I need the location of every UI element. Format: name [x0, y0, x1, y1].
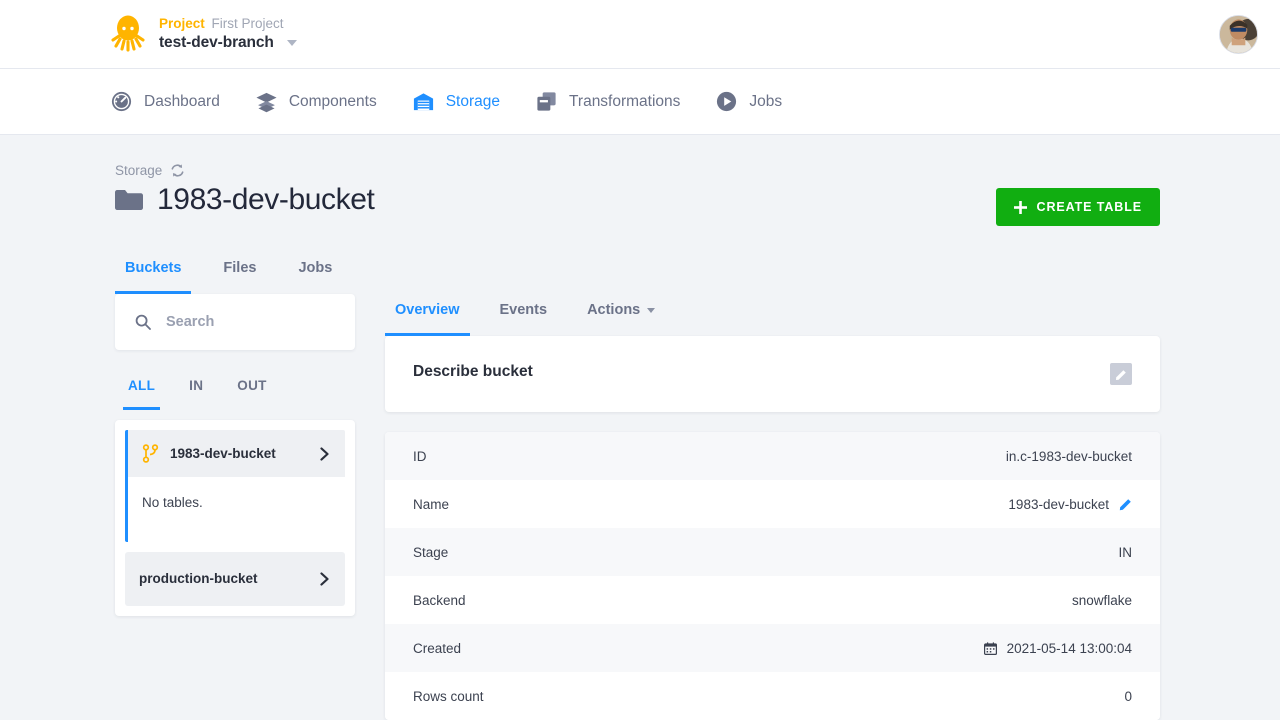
tab-actions-label: Actions: [587, 302, 641, 318]
bucket-list: 1983-dev-bucket No tables. production-bu…: [115, 420, 355, 616]
gauge-icon: [110, 90, 133, 113]
list-item-bucket-production-bucket[interactable]: production-bucket: [125, 552, 345, 606]
table-row: ID in.c-1983-dev-bucket: [385, 432, 1160, 480]
row-value: 0: [1124, 688, 1132, 704]
filter-all[interactable]: ALL: [123, 372, 161, 410]
nav-item-jobs[interactable]: Jobs: [715, 69, 782, 134]
nav-label: Storage: [445, 92, 501, 110]
row-value: IN: [1118, 544, 1133, 560]
folder-icon: [115, 189, 143, 211]
branch-icon: [142, 444, 159, 463]
tab-overview[interactable]: Overview: [385, 294, 470, 336]
page-title-text: 1983-dev-bucket: [157, 183, 375, 216]
tab-buckets[interactable]: Buckets: [115, 252, 192, 294]
calendar-icon: [983, 641, 997, 655]
row-key: ID: [413, 448, 427, 464]
project-line: Project First Project: [159, 16, 297, 32]
row-key: Name: [413, 496, 450, 512]
table-row: Stage IN: [385, 528, 1160, 576]
chevron-down-icon: [647, 307, 656, 313]
top-bar: Project First Project test-dev-branch: [0, 0, 1280, 69]
tab-events-label: Events: [499, 302, 548, 318]
table-row: Created 2021-05-14 13:00:04: [385, 624, 1160, 672]
row-key: Created: [413, 640, 462, 656]
project-name: First Project: [211, 16, 284, 32]
warehouse-icon: [412, 90, 435, 113]
user-avatar[interactable]: [1219, 15, 1258, 54]
bucket-detail: Overview Events Actions Describe bucket: [385, 294, 1160, 720]
branch-name: test-dev-branch: [159, 33, 274, 51]
create-table-button[interactable]: CREATE TABLE: [995, 188, 1160, 226]
row-key: Rows count: [413, 688, 484, 704]
refresh-icon[interactable]: [170, 163, 185, 178]
tab-jobs[interactable]: Jobs: [288, 252, 342, 294]
row-value: 2021-05-14 13:00:04: [1006, 640, 1132, 656]
bucket-name: production-bucket: [139, 571, 258, 586]
plus-icon: [1013, 200, 1027, 214]
stage-filters: ALL IN OUT: [123, 372, 355, 410]
nav-label: Components: [288, 92, 377, 110]
storage-tabs: Buckets Files Jobs: [115, 252, 1160, 294]
breadcrumb: Storage: [115, 163, 1160, 178]
copy-squares-icon: [535, 90, 558, 113]
row-value: in.c-1983-dev-bucket: [1005, 448, 1132, 464]
describe-bucket-title: Describe bucket: [413, 363, 533, 380]
nav-item-transformations[interactable]: Transformations: [535, 69, 680, 134]
table-row: Backend snowflake: [385, 576, 1160, 624]
chevron-down-icon[interactable]: [286, 39, 297, 46]
search-input[interactable]: [164, 313, 335, 331]
chevron-right-icon[interactable]: [319, 572, 331, 586]
row-key: Stage: [413, 544, 449, 560]
play-circle-icon: [715, 90, 738, 113]
keboola-octopus-logo: [110, 15, 146, 53]
table-row: Name 1983-dev-bucket: [385, 480, 1160, 528]
breadcrumb-storage[interactable]: Storage: [115, 163, 162, 178]
create-table-label: CREATE TABLE: [1036, 200, 1142, 214]
nav-label: Jobs: [749, 92, 783, 110]
buckets-sidebar: ALL IN OUT: [115, 294, 355, 720]
page-content: Storage 1983-dev-bucket CREATE TABLE Buc…: [0, 135, 1280, 720]
page-title: 1983-dev-bucket: [115, 183, 375, 217]
nav-label: Transformations: [569, 92, 681, 110]
project-label: Project: [159, 16, 205, 32]
layers-icon: [255, 90, 278, 113]
tab-events[interactable]: Events: [490, 294, 558, 336]
nav-label: Dashboard: [144, 92, 220, 110]
detail-tabs: Overview Events Actions: [385, 294, 1160, 336]
edit-name-icon[interactable]: [1119, 498, 1132, 511]
describe-bucket-panel: Describe bucket: [385, 336, 1160, 412]
search-icon: [135, 314, 151, 330]
bucket-name: 1983-dev-bucket: [170, 445, 276, 461]
nav-item-storage[interactable]: Storage: [412, 69, 500, 134]
row-key: Backend: [413, 592, 466, 608]
filter-in[interactable]: IN: [184, 372, 208, 410]
row-value: 1983-dev-bucket: [1008, 496, 1109, 512]
project-branch-switcher[interactable]: Project First Project test-dev-branch: [110, 15, 297, 53]
tab-actions[interactable]: Actions: [577, 294, 665, 336]
nav-item-dashboard[interactable]: Dashboard: [110, 69, 220, 134]
chevron-right-icon[interactable]: [319, 446, 331, 461]
edit-description-button[interactable]: [1110, 363, 1132, 385]
nav-item-components[interactable]: Components: [255, 69, 377, 134]
filter-out[interactable]: OUT: [232, 372, 271, 410]
list-item-bucket-1983-dev-bucket[interactable]: 1983-dev-bucket: [128, 430, 345, 477]
tab-overview-label: Overview: [395, 302, 460, 318]
pencil-icon: [1115, 368, 1127, 380]
table-row: Rows count 0: [385, 672, 1160, 720]
tab-files[interactable]: Files: [213, 252, 266, 294]
row-value: snowflake: [1071, 592, 1132, 608]
bucket-info-table: ID in.c-1983-dev-bucket Name 1983-dev-bu…: [385, 432, 1160, 720]
bucket-empty-message: No tables.: [128, 477, 345, 542]
bucket-group-selected: 1983-dev-bucket No tables.: [125, 430, 345, 542]
search-box[interactable]: [115, 294, 355, 350]
main-navigation: Dashboard Components Storage Transformat…: [0, 69, 1280, 135]
